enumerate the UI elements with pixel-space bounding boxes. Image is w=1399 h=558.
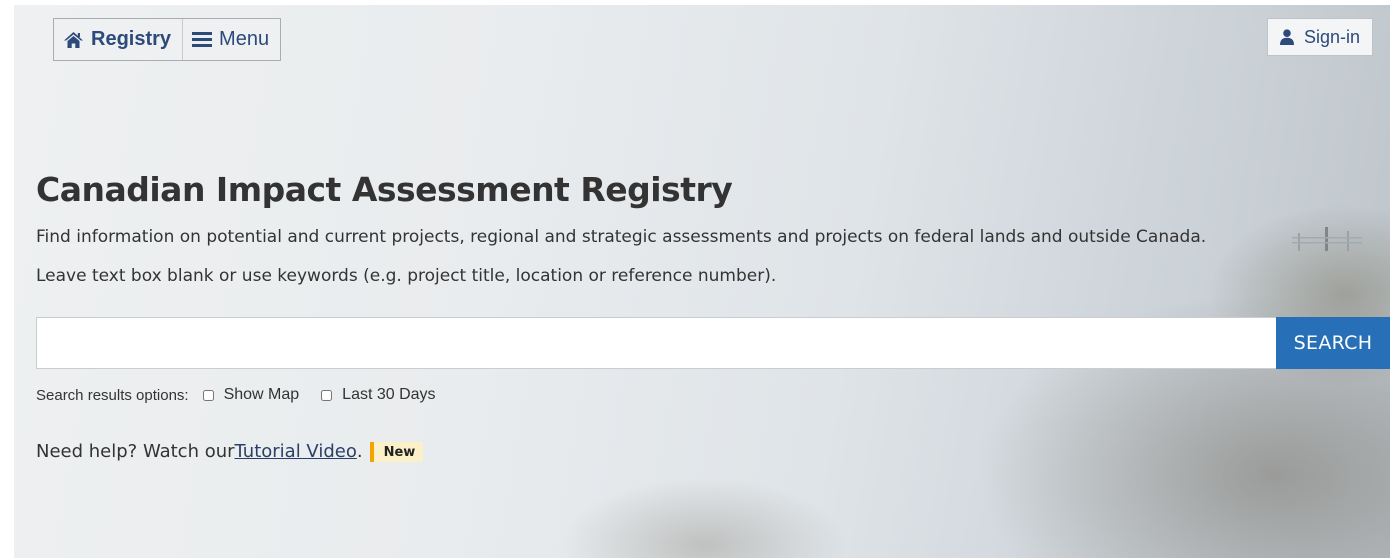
last-30-days-label: Last 30 Days — [342, 386, 436, 403]
registry-home-button[interactable]: Registry — [54, 19, 184, 60]
last-30-days-checkbox[interactable] — [321, 389, 333, 401]
menu-label: Menu — [219, 28, 270, 50]
search-button[interactable]: SEARCH — [1276, 317, 1390, 369]
page-title: Canadian Impact Assessment Registry — [36, 170, 733, 209]
registry-label: Registry — [91, 28, 172, 50]
help-line: Need help? Watch our Tutorial Video. New — [36, 441, 424, 462]
hamburger-menu-icon — [192, 31, 213, 48]
sign-in-label: Sign-in — [1303, 26, 1360, 47]
menu-button[interactable]: Menu — [183, 19, 280, 60]
sign-in-button[interactable]: Sign-in — [1266, 18, 1373, 56]
search-input[interactable] — [36, 317, 1276, 369]
help-prefix-text: Need help? Watch our — [36, 441, 235, 462]
search-bar: SEARCH — [36, 317, 1390, 369]
search-options-label: Search results options: — [36, 386, 189, 404]
search-hint-text: Leave text box blank or use keywords (e.… — [36, 266, 777, 286]
home-icon — [63, 31, 84, 49]
hero-banner: Registry Menu Sign-in Canadian Impact As… — [14, 5, 1390, 558]
new-badge: New — [369, 441, 424, 462]
fence-decoration — [1292, 227, 1362, 251]
last-30-days-option[interactable]: Last 30 Days — [321, 386, 436, 404]
tutorial-video-link[interactable]: Tutorial Video — [235, 441, 357, 462]
user-icon — [1279, 29, 1294, 45]
show-map-option[interactable]: Show Map — [202, 386, 300, 404]
show-map-checkbox[interactable] — [202, 389, 214, 401]
show-map-label: Show Map — [223, 386, 300, 403]
intro-text: Find information on potential and curren… — [36, 227, 1207, 247]
top-nav: Registry Menu — [53, 18, 282, 61]
search-options: Search results options: Show Map Last 30… — [36, 386, 458, 404]
help-suffix-text: . — [356, 441, 363, 462]
